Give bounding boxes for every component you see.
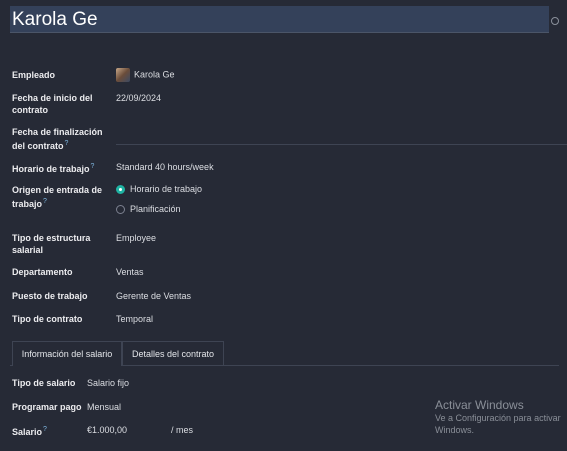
wage-input[interactable]: €1.000,00 (87, 424, 127, 436)
radio-horario[interactable]: Horario de trabajo (116, 184, 202, 194)
radio-planificacion-label: Planificación (130, 204, 181, 214)
name-underline (10, 32, 549, 33)
employee-value: Karola Ge (134, 69, 175, 80)
schedule-pay-select[interactable]: Mensual (87, 401, 121, 413)
help-icon[interactable]: ? (65, 140, 69, 147)
radio-selected-icon (116, 184, 125, 194)
working-schedule-select[interactable]: Standard 40 hours/week (116, 161, 214, 173)
label-horario: Horario de trabajo? (12, 161, 122, 175)
wage-unit: / mes (171, 425, 194, 435)
contract-type-select[interactable]: Temporal (116, 313, 153, 325)
job-position-select[interactable]: Gerente de Ventas (116, 290, 191, 302)
radio-horario-label: Horario de trabajo (130, 184, 203, 194)
label-empleado: Empleado (12, 70, 56, 80)
watermark-subtitle-2: Windows. (435, 425, 475, 435)
label-salario: Salario? (12, 424, 87, 438)
employee-link[interactable]: Karola Ge (116, 68, 175, 82)
wage-type-select[interactable]: Salario fijo (87, 377, 129, 389)
watermark-subtitle-1: Ve a Configuración para activar (435, 413, 561, 423)
label-fecha-fin-text: Fecha de finalización del contrato (12, 127, 103, 151)
employee-avatar (116, 68, 130, 82)
help-icon[interactable]: ? (43, 198, 47, 205)
label-horario-text: Horario de trabajo (12, 164, 90, 174)
help-icon[interactable]: ? (91, 163, 95, 170)
contract-form: Empleado Karola Ge Fecha de inicio del c… (0, 0, 567, 451)
label-programar-pago: Programar pago (12, 402, 82, 412)
notebook-tabs: Información del salario Detalles del con… (10, 341, 559, 366)
status-circle-icon[interactable] (551, 17, 559, 25)
label-tipo-contrato: Tipo de contrato (12, 314, 83, 324)
label-fecha-fin: Fecha de finalización del contrato? (12, 126, 108, 152)
tab-salary-info[interactable]: Información del salario (12, 341, 122, 366)
label-origen: Origen de entrada de trabajo? (12, 184, 108, 210)
structure-type-select[interactable]: Employee (116, 232, 156, 244)
end-date-input[interactable] (116, 144, 567, 145)
windows-activation-watermark: Activar Windows Ve a Configuración para … (435, 398, 561, 436)
department-select[interactable]: Ventas (116, 266, 144, 278)
label-departamento: Departamento (12, 267, 73, 277)
label-puesto: Puesto de trabajo (12, 291, 88, 301)
label-salario-text: Salario (12, 427, 43, 437)
label-tipo-salario: Tipo de salario (12, 378, 76, 388)
tab-contract-details[interactable]: Detalles del contrato (122, 341, 224, 366)
radio-unselected-icon (116, 204, 125, 214)
label-estructura: Tipo de estructura salarial (12, 233, 91, 255)
help-icon[interactable]: ? (43, 426, 47, 433)
radio-planificacion[interactable]: Planificación (116, 204, 181, 214)
label-origen-text: Origen de entrada de trabajo (12, 185, 103, 209)
employee-name-input[interactable] (10, 6, 549, 33)
label-fecha-inicio: Fecha de inicio del contrato (12, 93, 93, 115)
watermark-title: Activar Windows (435, 398, 524, 412)
employee-name-field[interactable] (10, 6, 549, 33)
start-date-input[interactable]: 22/09/2024 (116, 92, 161, 104)
